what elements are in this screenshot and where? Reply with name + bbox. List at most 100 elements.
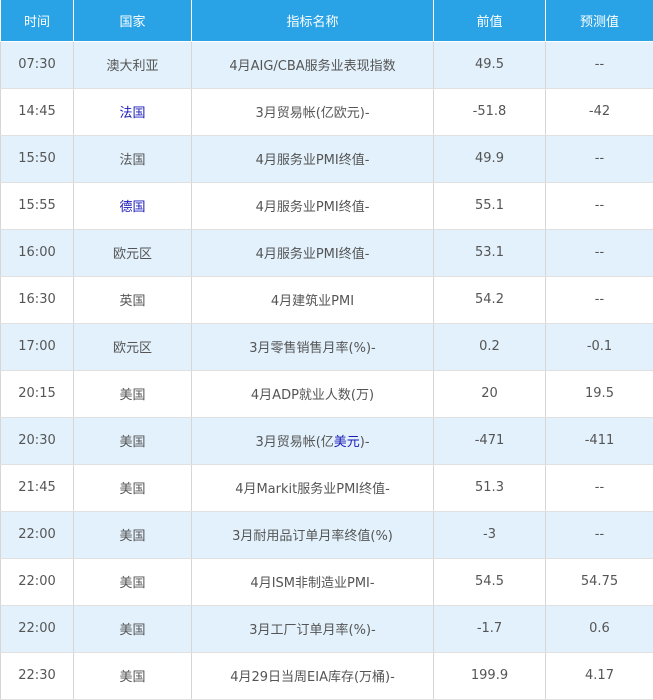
table-row: 16:00 欧元区 4月服务业PMI终值-53.1--	[1, 229, 653, 276]
table-row: 14:45法国3月贸易帐(亿欧元)--51.8-42	[1, 88, 653, 135]
cell-country: 澳大利亚	[74, 41, 192, 88]
cell-indicator: 3月贸易帐(亿美元)-	[192, 417, 434, 464]
cell-country: 美国	[74, 511, 192, 558]
cell-country: 英国	[74, 276, 192, 323]
cell-forecast: --	[546, 182, 653, 229]
cell-indicator: 3月零售销售月率(%)-	[192, 323, 434, 370]
cell-forecast: -0.1	[546, 323, 653, 370]
table-row: 15:50法国4月服务业PMI终值-49.9--	[1, 135, 653, 182]
table-row: 20:30美国3月贸易帐(亿美元)--471-411	[1, 417, 653, 464]
cell-country: 美国	[74, 558, 192, 605]
cell-country: 欧元区	[74, 229, 192, 276]
cell-previous: 20	[434, 370, 546, 417]
table-row: 22:30 美国 4月29日当周EIA库存(万桶)-199.94.17	[1, 652, 653, 699]
cell-forecast: 4.17	[546, 652, 653, 699]
country-label: 美国	[119, 388, 145, 403]
cell-indicator: 4月建筑业PMI	[192, 276, 434, 323]
cell-country: 美国	[74, 605, 192, 652]
cell-forecast: --	[546, 229, 653, 276]
indicator-highlight: 美元	[334, 435, 360, 450]
table-row: 07:30 澳大利亚 4月AIG/CBA服务业表现指数49.5--	[1, 41, 653, 88]
table-row: 16:30 英国 4月建筑业PMI54.2--	[1, 276, 653, 323]
cell-country: 美国	[74, 417, 192, 464]
cell-previous: 49.9	[434, 135, 546, 182]
country-label: 美国	[119, 576, 145, 591]
table-row: 22:00美国3月耐用品订单月率终值(%)-3--	[1, 511, 653, 558]
cell-country: 欧元区	[74, 323, 192, 370]
country-link[interactable]: 法国	[119, 106, 145, 121]
cell-country: 法国	[74, 135, 192, 182]
cell-time: 16:00	[1, 229, 74, 276]
table-row: 15:55 德国 4月服务业PMI终值-55.1--	[1, 182, 653, 229]
country-label: 澳大利亚	[106, 59, 158, 74]
cell-previous: -1.7	[434, 605, 546, 652]
table-row: 22:00 美国 3月工厂订单月率(%)--1.70.6	[1, 605, 653, 652]
cell-indicator: 4月ADP就业人数(万)	[192, 370, 434, 417]
cell-indicator: 3月贸易帐(亿欧元)-	[192, 88, 434, 135]
cell-time: 20:30	[1, 417, 74, 464]
header-row: 时间 国家 指标名称 前值 预测值	[1, 0, 653, 41]
cell-time: 16:30	[1, 276, 74, 323]
cell-forecast: 54.75	[546, 558, 653, 605]
table-row: 22:00 美国 4月ISM非制造业PMI-54.554.75	[1, 558, 653, 605]
country-label: 欧元区	[113, 341, 152, 356]
table-header: 时间 国家 指标名称 前值 预测值	[1, 0, 653, 41]
header-country[interactable]: 国家	[74, 0, 192, 41]
table-row: 20:15美国4月ADP就业人数(万)2019.5	[1, 370, 653, 417]
cell-previous: 49.5	[434, 41, 546, 88]
cell-indicator: 4月29日当周EIA库存(万桶)-	[192, 652, 434, 699]
cell-country: 美国	[74, 370, 192, 417]
cell-forecast: --	[546, 511, 653, 558]
cell-forecast: --	[546, 276, 653, 323]
country-label: 美国	[119, 529, 145, 544]
cell-previous: 54.5	[434, 558, 546, 605]
header-previous[interactable]: 前值	[434, 0, 546, 41]
cell-indicator: 4月ISM非制造业PMI-	[192, 558, 434, 605]
cell-time: 22:00	[1, 605, 74, 652]
cell-time: 15:55	[1, 182, 74, 229]
cell-time: 22:00	[1, 558, 74, 605]
cell-previous: -51.8	[434, 88, 546, 135]
cell-previous: 0.2	[434, 323, 546, 370]
cell-forecast: --	[546, 41, 653, 88]
table-row: 17:00 欧元区 3月零售销售月率(%)-0.2-0.1	[1, 323, 653, 370]
cell-previous: 51.3	[434, 464, 546, 511]
cell-time: 14:45	[1, 88, 74, 135]
cell-country[interactable]: 德国	[74, 182, 192, 229]
indicator-text: )-	[360, 435, 370, 450]
cell-time: 17:00	[1, 323, 74, 370]
cell-country[interactable]: 法国	[74, 88, 192, 135]
country-label: 法国	[119, 153, 145, 168]
country-label: 美国	[119, 670, 145, 685]
economic-calendar-table: 时间 国家 指标名称 前值 预测值 07:30 澳大利亚 4月AIG/CBA服务业表…	[0, 0, 653, 700]
cell-time: 07:30	[1, 41, 74, 88]
country-link[interactable]: 德国	[119, 200, 145, 215]
country-label: 美国	[119, 623, 145, 638]
cell-time: 22:00	[1, 511, 74, 558]
cell-forecast: 0.6	[546, 605, 653, 652]
header-time[interactable]: 时间	[1, 0, 74, 41]
cell-previous: 199.9	[434, 652, 546, 699]
cell-indicator: 3月工厂订单月率(%)-	[192, 605, 434, 652]
cell-previous: -471	[434, 417, 546, 464]
cell-indicator: 4月服务业PMI终值-	[192, 229, 434, 276]
cell-forecast: --	[546, 135, 653, 182]
cell-indicator: 4月AIG/CBA服务业表现指数	[192, 41, 434, 88]
cell-indicator: 4月Markit服务业PMI终值-	[192, 464, 434, 511]
table-row: 21:45美国4月Markit服务业PMI终值-51.3--	[1, 464, 653, 511]
cell-previous: 54.2	[434, 276, 546, 323]
table-body: 07:30澳大利亚4月AIG/CBA服务业表现指数49.5--14:45法国3月…	[1, 41, 653, 699]
cell-time: 15:50	[1, 135, 74, 182]
cell-time: 22:30	[1, 652, 74, 699]
country-label: 美国	[119, 482, 145, 497]
country-label: 欧元区	[113, 247, 152, 262]
cell-previous: 55.1	[434, 182, 546, 229]
header-forecast[interactable]: 预测值	[546, 0, 653, 41]
header-indicator[interactable]: 指标名称	[192, 0, 434, 41]
country-label: 英国	[119, 294, 145, 309]
cell-country: 美国	[74, 464, 192, 511]
cell-indicator: 4月服务业PMI终值-	[192, 182, 434, 229]
cell-previous: 53.1	[434, 229, 546, 276]
country-label: 美国	[119, 435, 145, 450]
cell-forecast: --	[546, 464, 653, 511]
